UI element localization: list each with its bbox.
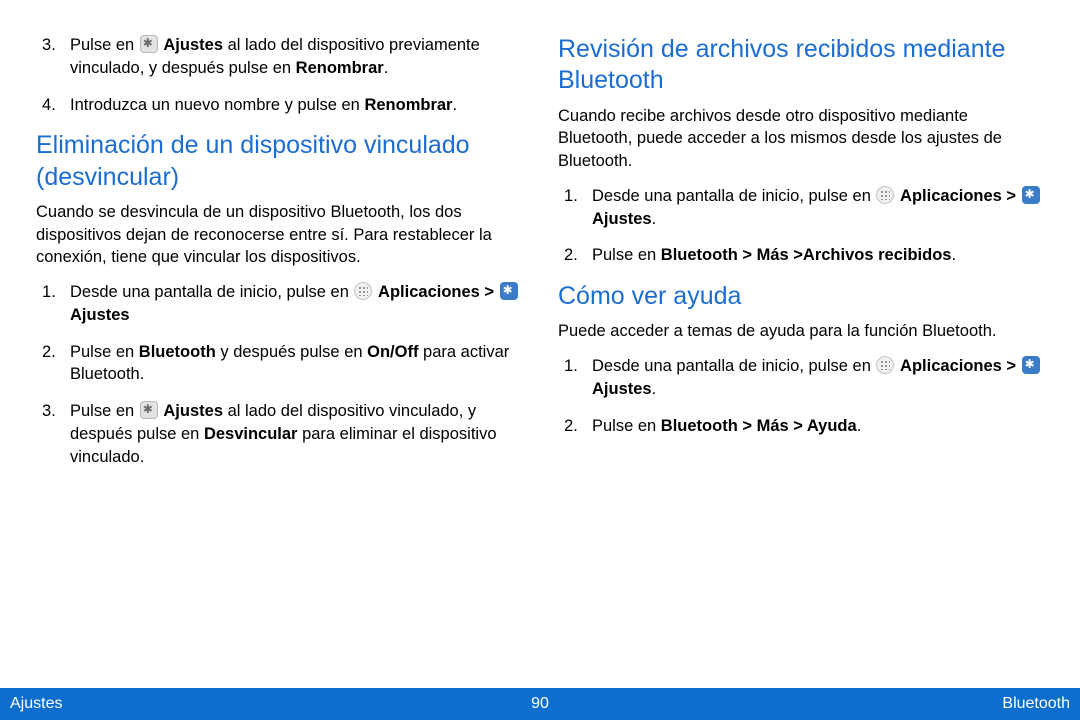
bold-text: Bluetooth > Más > Ayuda <box>661 417 857 435</box>
text: Pulse en <box>70 402 139 420</box>
apps-icon <box>876 186 894 204</box>
page-footer: Ajustes 90 Bluetooth <box>0 688 1080 720</box>
bold-text: Bluetooth <box>139 343 216 361</box>
apps-icon <box>876 356 894 374</box>
bold-text: Ajustes <box>163 402 223 420</box>
apps-icon <box>354 282 372 300</box>
text: Introduzca un nuevo nombre y pulse en <box>70 96 364 114</box>
text: Pulse en <box>70 343 139 361</box>
numbered-list: Desde una pantalla de inicio, pulse en A… <box>36 281 522 468</box>
text: . <box>652 380 657 398</box>
bold-text: Aplicaciones > <box>900 357 1021 375</box>
text: . <box>452 96 457 114</box>
step-2: Pulse en Bluetooth > Más >Archivos recib… <box>558 244 1044 267</box>
gear-icon <box>500 282 518 300</box>
text: Pulse en <box>70 36 139 54</box>
text: . <box>857 417 862 435</box>
bold-text: Renombrar <box>296 59 384 77</box>
gear-icon <box>140 401 158 419</box>
text: . <box>652 210 657 228</box>
step-1: Desde una pantalla de inicio, pulse en A… <box>558 185 1044 231</box>
text: Desde una pantalla de inicio, pulse en <box>70 283 353 301</box>
step-2: Pulse en Bluetooth > Más > Ayuda. <box>558 415 1044 438</box>
left-column: Pulse en Ajustes al lado del dispositivo… <box>28 34 530 678</box>
manual-page: Pulse en Ajustes al lado del dispositivo… <box>0 0 1080 720</box>
numbered-list: Desde una pantalla de inicio, pulse en A… <box>558 185 1044 267</box>
section-heading: Revisión de archivos recibidos mediante … <box>558 34 1044 97</box>
text: Desde una pantalla de inicio, pulse en <box>592 187 875 205</box>
paragraph: Cuando recibe archivos desde otro dispos… <box>558 105 1044 173</box>
step-4: Introduzca un nuevo nombre y pulse en Re… <box>36 94 522 117</box>
bold-text: Aplicaciones > <box>378 283 499 301</box>
gear-icon <box>140 35 158 53</box>
step-1: Desde una pantalla de inicio, pulse en A… <box>36 281 522 327</box>
bold-text: Ajustes <box>163 36 223 54</box>
text: y después pulse en <box>216 343 367 361</box>
section-heading: Eliminación de un dispositivo vinculado … <box>36 130 522 193</box>
text: Pulse en <box>592 417 661 435</box>
step-3: Pulse en Ajustes al lado del dispositivo… <box>36 400 522 468</box>
bold-text: Renombrar <box>364 96 452 114</box>
numbered-list-continuation: Pulse en Ajustes al lado del dispositivo… <box>36 34 522 116</box>
text: Desde una pantalla de inicio, pulse en <box>592 357 875 375</box>
text: . <box>384 59 389 77</box>
numbered-list: Desde una pantalla de inicio, pulse en A… <box>558 355 1044 437</box>
paragraph: Puede acceder a temas de ayuda para la f… <box>558 320 1044 343</box>
bold-text: Bluetooth > Más >Archivos recibidos <box>661 246 952 264</box>
text: . <box>951 246 956 264</box>
bold-text: Ajustes <box>592 380 652 398</box>
text: Pulse en <box>592 246 661 264</box>
footer-section-label: Ajustes <box>10 695 62 713</box>
gear-icon <box>1022 356 1040 374</box>
bold-text: Aplicaciones > <box>900 187 1021 205</box>
page-number: 90 <box>0 695 1080 713</box>
step-2: Pulse en Bluetooth y después pulse en On… <box>36 341 522 387</box>
paragraph: Cuando se desvincula de un dispositivo B… <box>36 201 522 269</box>
step-3: Pulse en Ajustes al lado del dispositivo… <box>36 34 522 80</box>
content-columns: Pulse en Ajustes al lado del dispositivo… <box>0 0 1080 688</box>
bold-text: Ajustes <box>592 210 652 228</box>
step-1: Desde una pantalla de inicio, pulse en A… <box>558 355 1044 401</box>
footer-topic-label: Bluetooth <box>1002 695 1070 713</box>
bold-text: On/Off <box>367 343 418 361</box>
section-heading: Cómo ver ayuda <box>558 281 1044 312</box>
bold-text: Desvincular <box>204 425 298 443</box>
bold-text: Ajustes <box>70 306 130 324</box>
right-column: Revisión de archivos recibidos mediante … <box>550 34 1052 678</box>
gear-icon <box>1022 186 1040 204</box>
